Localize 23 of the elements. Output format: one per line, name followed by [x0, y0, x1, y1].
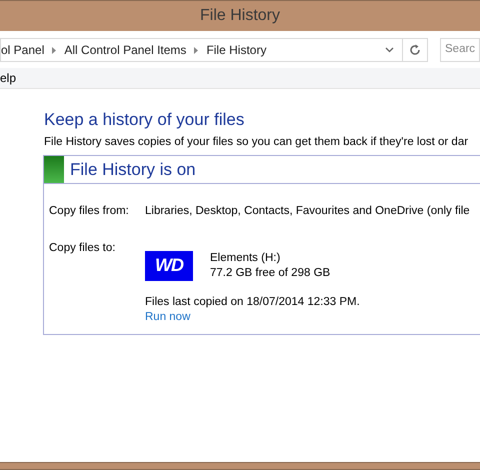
- breadcrumb[interactable]: All Control Panel Items: [64, 41, 186, 59]
- logo-text: WD: [155, 254, 183, 277]
- chevron-right-icon: [52, 46, 56, 54]
- page-heading: Keep a history of your files: [44, 109, 246, 131]
- last-copied-text: Files last copied on 18/07/2014 12:33 PM.: [145, 294, 360, 310]
- dropdown-icon[interactable]: [385, 47, 394, 53]
- run-now-link[interactable]: Run now: [145, 310, 190, 324]
- breadcrumb[interactable]: File History: [206, 41, 266, 59]
- row-label: Copy files from:: [48, 204, 130, 220]
- search-field[interactable]: Searc: [440, 38, 480, 62]
- refresh-icon: [409, 44, 421, 56]
- row-value: Libraries, Desktop, Contacts, Favourites and OneDrive (only file: [145, 204, 470, 220]
- address-bar[interactable]: ol Panel All Control Panel Items File History: [0, 38, 428, 62]
- window-title: File History: [200, 6, 280, 26]
- menu-item[interactable]: elp: [0, 69, 16, 87]
- breadcrumb[interactable]: ol Panel: [1, 41, 44, 59]
- drive-space: 77.2 GB free of 298 GB: [210, 266, 330, 280]
- row-label: Copy files to:: [48, 240, 116, 256]
- chevron-right-icon: [194, 46, 198, 54]
- drive-name: Elements (H:): [210, 250, 282, 266]
- description: File History saves copies of your files so you can get them back if they're lost or dar: [44, 135, 470, 150]
- status-title: File History is on: [70, 159, 196, 181]
- search-placeholder: Searc: [445, 42, 476, 58]
